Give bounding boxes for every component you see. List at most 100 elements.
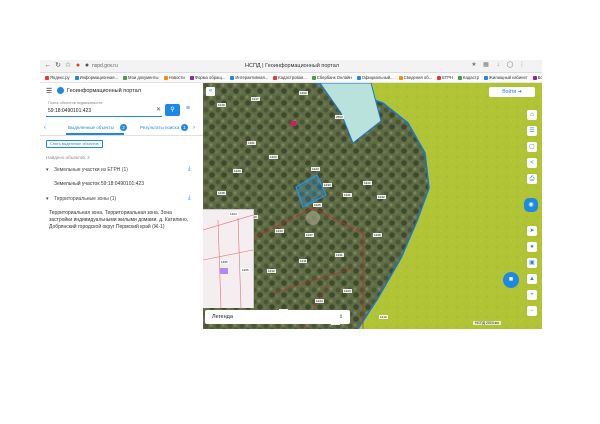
bookmark-label: Жилищный кабинет	[488, 75, 528, 80]
bookmark-item[interactable]: Жилищный кабинет	[483, 73, 528, 82]
parcel-number-label[interactable]: 1212	[267, 269, 276, 273]
active-tab-indicator	[66, 133, 124, 135]
export-icon[interactable]: ▲	[527, 274, 537, 284]
parcel-number-label[interactable]: 1224	[315, 299, 324, 303]
bookmark-favicon-icon	[311, 75, 316, 80]
zoom-out-icon[interactable]: −	[527, 306, 537, 316]
filter-icon[interactable]: ≡	[186, 105, 190, 112]
tab-selected-objects[interactable]: Выделенные объекты	[68, 125, 114, 130]
bookmark-item[interactable]: Форма обращ...	[189, 73, 225, 82]
bookmark-item[interactable]: Информационная...	[74, 73, 118, 82]
parcel-number-label[interactable]: 1420	[233, 169, 242, 173]
clear-icon[interactable]: ✕	[156, 106, 161, 113]
parcel-number-label[interactable]: 1210	[379, 315, 388, 319]
bookmark-label: Сбербанк Онлайн	[316, 75, 352, 80]
tabs-next-icon[interactable]: ›	[193, 125, 195, 131]
login-button[interactable]: Войти ➜	[489, 87, 535, 97]
parcel-number-label[interactable]: 1232	[377, 195, 386, 199]
parcel-number-label[interactable]: 1211	[299, 259, 308, 263]
star-icon[interactable]: ☆	[64, 60, 72, 72]
bookmark-item[interactable]: Сведения об...	[398, 73, 432, 82]
layers-icon[interactable]: ☰	[527, 126, 537, 136]
image-icon[interactable]: ▣	[527, 258, 537, 268]
bookmark-label: Мои документы	[128, 75, 159, 80]
zone-item[interactable]: Территориальная зона. Территориальная зо…	[49, 210, 194, 231]
locate-icon[interactable]: ➤	[527, 226, 537, 236]
bookmark-favicon-icon	[398, 75, 403, 80]
collapse-icon[interactable]: ▾	[46, 196, 49, 202]
search-field[interactable]: Поиск объектов недвижимости ✕	[46, 101, 162, 117]
parcel-number-label[interactable]: 1261	[247, 141, 256, 145]
inset-map-drawing	[203, 214, 253, 308]
compass-icon[interactable]: ●	[527, 242, 537, 252]
results-tabs: ‹ Выделенные объекты 2 Результаты поиска…	[40, 123, 203, 136]
share-icon[interactable]: <	[527, 158, 537, 168]
parcel-number-label[interactable]: 1248	[217, 191, 226, 195]
inset-map[interactable]: 1464 1465 1266	[203, 209, 254, 308]
bookmark-item[interactable]: Новости	[163, 73, 185, 82]
parcel-number-label[interactable]: 1237	[305, 233, 314, 237]
reload-icon[interactable]: ↻	[54, 60, 62, 72]
bookmark-item[interactable]: Кадастр	[458, 73, 479, 82]
search-map-button[interactable]: ◉	[524, 198, 538, 212]
back-icon[interactable]: ←	[44, 60, 52, 72]
land-plot-item[interactable]: Земельный участок 59:18:0490101:423	[54, 181, 144, 187]
search-button[interactable]: ⚲	[165, 104, 180, 116]
collapse-panel-button[interactable]: «	[206, 87, 215, 96]
downloads-icon[interactable]: ↓	[494, 61, 502, 70]
extensions-icon[interactable]: ▦	[482, 61, 490, 70]
parcel-number-label[interactable]: 1246	[373, 233, 382, 237]
bookmark-favicon-icon	[483, 75, 488, 80]
bookmark-item[interactable]: Интерактивная...	[230, 73, 268, 82]
parcel-number-label[interactable]: 1223	[343, 289, 352, 293]
zoom-in-icon[interactable]: +	[527, 290, 537, 300]
parcel-number-label[interactable]: 1222	[363, 181, 372, 185]
parcel-number-label[interactable]: 1263	[269, 155, 278, 159]
bookmark-favicon-icon	[532, 75, 537, 80]
bookmark-item[interactable]: Все закладки	[532, 73, 542, 82]
collapse-icon[interactable]: ▾	[46, 167, 49, 173]
chat-button[interactable]: ■	[503, 272, 519, 288]
bookmark-item[interactable]: Сбербанк Онлайн	[311, 73, 352, 82]
parcel-number-label[interactable]: 1243	[275, 229, 284, 233]
double-chevron-left-icon: «	[208, 88, 213, 94]
bookmark-favicon-icon	[273, 75, 278, 80]
section-land-plots[interactable]: ▾ Земельные участки из ЕГРН (1) ⤓ Земель…	[46, 166, 198, 197]
parcel-number-label[interactable]: 1233	[323, 183, 332, 187]
bookmark-icon[interactable]: ★	[470, 61, 478, 70]
bookmark-item[interactable]: ЕГРН	[437, 73, 453, 82]
bookmark-item[interactable]: Кадастровая...	[273, 73, 307, 82]
inset-label: 1266	[241, 268, 250, 272]
menu-icon[interactable]: ⋮	[518, 61, 526, 70]
section-territorial-zones[interactable]: ▾ Территориальные зоны (1) ⤓ Территориал…	[46, 195, 198, 256]
bookmark-item[interactable]: Официальный...	[356, 73, 394, 82]
parcel-number-label[interactable]: 1462	[299, 91, 308, 95]
url-text[interactable]: nspd.gov.ru	[92, 62, 118, 70]
portal-logo-icon	[57, 87, 64, 94]
parcel-number-label[interactable]: 1217	[251, 97, 260, 101]
menu-icon[interactable]: ☰	[46, 87, 52, 95]
chat-icon: ■	[508, 276, 514, 283]
bookmark-label: Новости	[168, 75, 185, 80]
legend-dropdown[interactable]: Легенда ⇕	[205, 310, 350, 324]
parcel-number-label[interactable]: 1231	[335, 253, 344, 257]
tab-search-results[interactable]: Результаты поиска	[140, 125, 179, 130]
reset-selection-button[interactable]: Снять выделение объектов	[46, 140, 103, 148]
search-input[interactable]	[48, 107, 148, 114]
tabs-prev-icon[interactable]: ‹	[44, 125, 46, 131]
parcel-number-label[interactable]: 1423	[311, 167, 320, 171]
download-icon[interactable]: ⤓	[188, 195, 191, 202]
map-view[interactable]: 1219 1217 1462 2563 1261 1263 1420 1423 1248 1233…	[203, 83, 542, 329]
home-icon[interactable]: ⌂	[527, 110, 537, 120]
parcel-number-label[interactable]: 1221	[343, 193, 352, 197]
parcel-number-label[interactable]: 1225	[313, 203, 322, 207]
bookmark-item[interactable]: Мои документы	[123, 73, 159, 82]
bookmark-item[interactable]: Яндекс.ру	[45, 73, 70, 82]
print-icon[interactable]: ⎙	[527, 174, 537, 184]
parcel-number-label[interactable]: 2563	[335, 115, 344, 119]
profile-icon[interactable]: ◯	[506, 61, 514, 70]
ruler-icon[interactable]: ▢	[527, 142, 537, 152]
parcel-number-label[interactable]: 1219	[217, 103, 226, 107]
section-title: Земельные участки из ЕГРН (1)	[54, 167, 128, 173]
download-icon[interactable]: ⤓	[188, 166, 191, 173]
